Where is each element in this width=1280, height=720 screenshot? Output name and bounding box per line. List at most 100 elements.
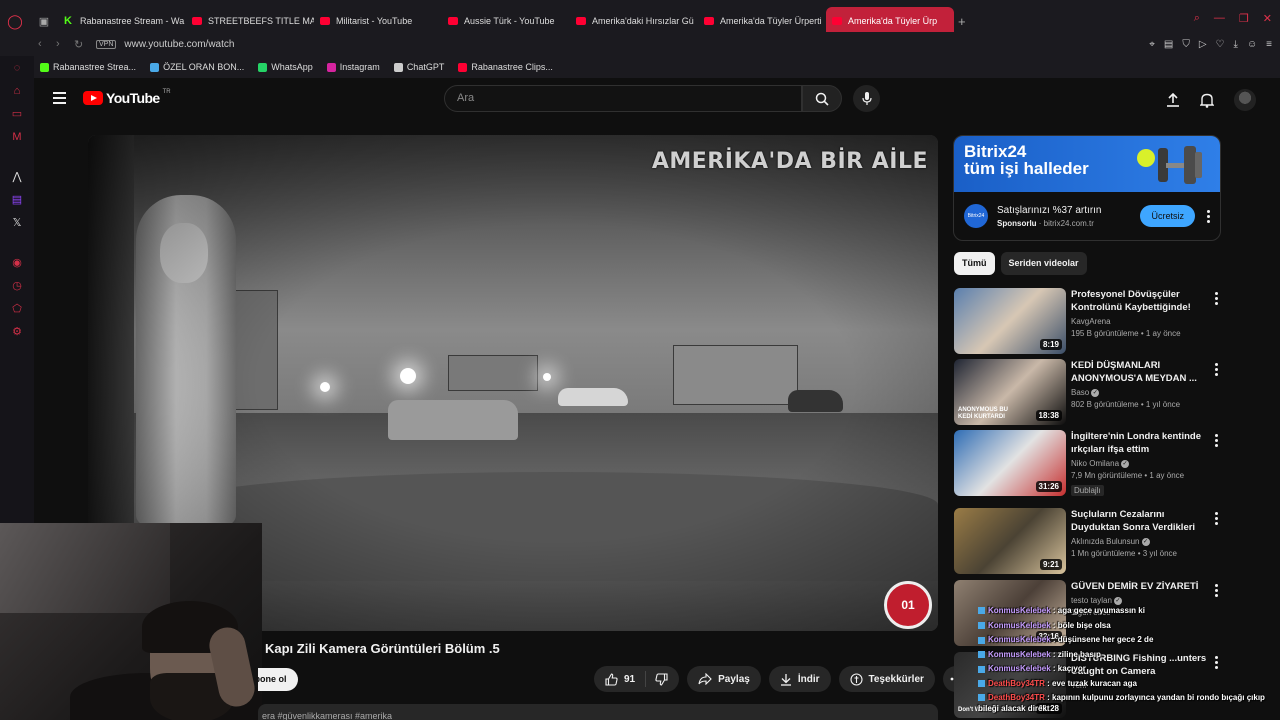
close-icon[interactable]: ✕ — [1263, 12, 1272, 25]
video-thumbnail[interactable]: 9:21 — [954, 508, 1066, 574]
maximize-icon[interactable]: ❐ — [1239, 12, 1249, 25]
snapshot-icon[interactable]: ⌖ — [1149, 39, 1155, 50]
ad-logo[interactable]: Bitrix24 — [964, 204, 988, 228]
chat-username[interactable]: DeathBoy34TR — [988, 693, 1045, 702]
more-vertical-icon[interactable] — [1215, 434, 1218, 447]
more-vertical-icon[interactable] — [1215, 512, 1218, 525]
chat-username[interactable]: DeathBoy34TR — [988, 679, 1045, 688]
bookmark-item[interactable]: ÖZEL ORAN BON... — [150, 62, 244, 72]
channel-name[interactable]: KavgArena — [1071, 317, 1111, 326]
shield-icon[interactable]: ⛉ — [1182, 39, 1190, 50]
easy-setup-icon[interactable]: ≡ — [1266, 39, 1272, 50]
download-icon[interactable]: ⤓ — [1234, 39, 1238, 50]
browser-tab[interactable]: STREETBEEFS TITLE MA — [186, 7, 314, 35]
description-box[interactable]: era #güvenlikkamerası #amerika — [258, 704, 938, 720]
recommended-video-title[interactable]: Suçluların Cezalarını Duyduktan Sonra Ve… — [1071, 508, 1208, 534]
bookmark-item[interactable]: Instagram — [326, 62, 380, 72]
player-sidebar-icon[interactable]: ◉ — [12, 257, 22, 269]
workspaces-icon[interactable]: ⌂ — [14, 85, 21, 97]
channel-name[interactable]: Aklınızda Bulunsun — [1071, 537, 1140, 546]
browser-tab-label: Amerika'da Tüyler Ürp — [848, 16, 938, 26]
chat-separator: : — [1050, 606, 1058, 615]
bookmark-item[interactable]: WhatsApp — [258, 62, 313, 72]
bookmark-item[interactable]: Rabanastree Clips... — [458, 62, 553, 72]
filter-chip[interactable]: Tümü — [954, 252, 995, 275]
chat-message: DeathBoy34TR : eve tuzak kuracan aga — [978, 677, 1278, 692]
more-vertical-icon[interactable] — [1215, 584, 1218, 597]
forward-icon[interactable]: › — [56, 38, 74, 50]
recommended-video[interactable]: 31:26 İngiltere'nin Londra kentinde ırkçı… — [954, 430, 1224, 496]
twitch-icon[interactable]: ▤ — [12, 194, 22, 206]
search-tabs-icon[interactable]: ⌕ — [1194, 12, 1200, 25]
video-thumbnail[interactable]: ANONYMOUS BU KEDİ KURTARDI 18:38 — [954, 359, 1066, 425]
chat-username[interactable]: KonmusKelebek — [988, 606, 1051, 615]
recommended-video[interactable]: ANONYMOUS BU KEDİ KURTARDI 18:38 KEDİ DÜŞM… — [954, 359, 1224, 425]
aria-icon[interactable]: ◌ — [14, 62, 21, 74]
settings-icon[interactable]: ⚙ — [12, 326, 22, 338]
recommended-video[interactable]: 8:19 Profesyonel Dövüşçüler Kontrolünü Ka… — [954, 288, 1224, 354]
url-field[interactable]: www.youtube.com/watch — [124, 39, 234, 50]
account-avatar[interactable] — [1234, 89, 1256, 111]
arc-icon[interactable]: ⋀ — [12, 171, 21, 183]
minimize-icon[interactable]: — — [1214, 12, 1225, 25]
browser-tab[interactable]: Amerika'da Tüyler Ürperti — [698, 7, 826, 35]
video-thumbnail[interactable]: 8:19 — [954, 288, 1066, 354]
voice-search-button[interactable] — [853, 85, 880, 112]
chat-username[interactable]: KonmusKelebek — [988, 621, 1051, 630]
browser-tab[interactable]: Amerika'da Tüyler Ürp — [826, 7, 954, 35]
x-icon[interactable]: 𝕏 — [13, 217, 22, 229]
browser-tab[interactable]: Aussie Türk - YouTube — [442, 7, 570, 35]
bookmark-item[interactable]: ChatGPT — [393, 62, 444, 72]
ad-banner[interactable]: Bitrix24 tüm işi halleder — [954, 136, 1220, 192]
messenger-icon[interactable]: ▭ — [12, 108, 22, 120]
download-button[interactable]: İndir — [768, 666, 831, 692]
youtube-logo[interactable]: YouTube TR — [83, 89, 171, 106]
bookmark-item[interactable]: Rabanastree Strea... — [40, 62, 136, 72]
tab-overview-icon[interactable]: ▣ — [30, 15, 58, 28]
chat-username[interactable]: KonmusKelebek — [988, 650, 1051, 659]
extensions-icon[interactable]: ▤ — [1164, 39, 1173, 50]
channel-watermark[interactable]: 01 — [884, 581, 932, 629]
m-icon[interactable]: M — [12, 131, 21, 143]
search-input[interactable]: Ara — [444, 85, 802, 112]
new-tab-icon[interactable]: + — [958, 14, 966, 29]
history-icon[interactable]: ◷ — [12, 280, 22, 292]
dislike-button[interactable] — [646, 672, 679, 686]
pinboard-icon[interactable]: ⬠ — [12, 303, 22, 315]
heart-icon[interactable]: ♡ — [1216, 39, 1225, 50]
subscribe-button[interactable]: Abone ol — [258, 668, 298, 691]
channel-name[interactable]: Baso — [1071, 388, 1089, 397]
notifications-icon[interactable] — [1200, 93, 1214, 108]
browser-tab[interactable]: Amerika'daki Hırsızlar Gü — [570, 7, 698, 35]
channel-name[interactable]: Niko Omilana — [1071, 459, 1119, 468]
recommended-video-title[interactable]: KEDİ DÜŞMANLARI ANONYMOUS'A MEYDAN ... — [1071, 359, 1208, 385]
browser-tab[interactable]: K Rabanastree Stream - Wa — [58, 7, 186, 35]
recommended-video-title[interactable]: GÜVEN DEMİR EV ZİYARETİ — [1071, 580, 1208, 593]
search-button[interactable] — [802, 85, 842, 112]
like-button[interactable]: 91 — [594, 671, 647, 687]
more-vertical-icon[interactable] — [1215, 292, 1218, 305]
recommended-video-title[interactable]: İngiltere'nin Londra kentinde ırkçıları … — [1071, 430, 1208, 456]
video-thumbnail[interactable]: 31:26 — [954, 430, 1066, 496]
ad-cta-button[interactable]: Ücretsiz — [1140, 205, 1195, 227]
sponsored-ad[interactable]: Bitrix24 tüm işi halleder Bitrix24 Satış… — [953, 135, 1221, 241]
vpn-badge[interactable]: VPN — [96, 39, 117, 49]
filter-chip[interactable]: Seriden videolar — [1000, 252, 1087, 275]
chat-username[interactable]: KonmusKelebek — [988, 664, 1051, 673]
more-vertical-icon[interactable] — [1215, 363, 1218, 376]
chat-username[interactable]: KonmusKelebek — [988, 635, 1051, 644]
ad-menu-icon[interactable] — [1207, 209, 1210, 223]
recommended-video[interactable]: 9:21 Suçluların Cezalarını Duyduktan Sonr… — [954, 508, 1224, 574]
ad-headline[interactable]: Satışlarınızı %37 artırın — [997, 205, 1140, 216]
profile-icon[interactable]: ☺ — [1247, 39, 1257, 50]
reload-icon[interactable]: ↻ — [74, 38, 92, 51]
player-icon[interactable]: ▷ — [1199, 39, 1207, 50]
browser-tab[interactable]: Militarist - YouTube — [314, 7, 442, 35]
recommended-video-title[interactable]: Profesyonel Dövüşçüler Kontrolünü Kaybet… — [1071, 288, 1208, 314]
back-icon[interactable]: ‹ — [38, 38, 56, 50]
upload-icon[interactable] — [1166, 93, 1180, 107]
share-button[interactable]: Paylaş — [687, 666, 761, 692]
thanks-button[interactable]: Teşekkürler — [838, 666, 935, 692]
menu-icon[interactable] — [53, 92, 66, 107]
recommended-video-info: KEDİ DÜŞMANLARI ANONYMOUS'A MEYDAN ... Ba… — [1071, 359, 1208, 409]
